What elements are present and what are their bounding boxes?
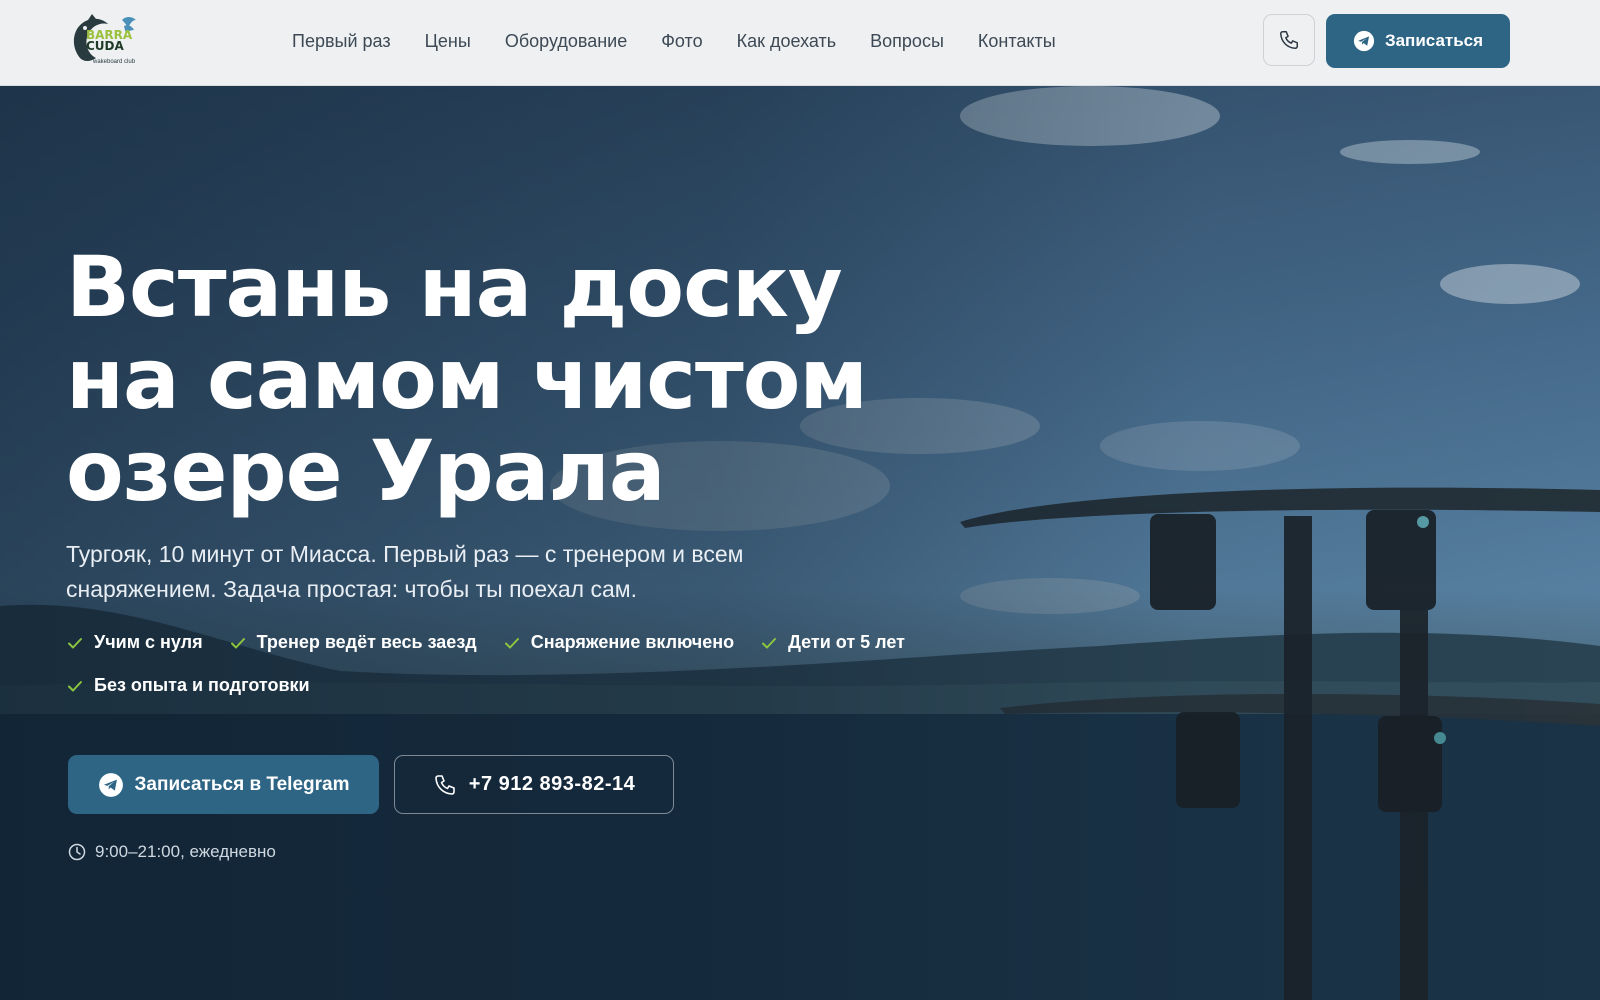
- clock-icon: [68, 843, 86, 861]
- feature-label: Учим с нуля: [94, 632, 203, 652]
- logo-text: BARRA CUDA: [86, 28, 133, 53]
- feature-label: Без опыта и подготовки: [94, 675, 310, 695]
- signup-button[interactable]: Записаться: [1326, 14, 1510, 68]
- nav-item-equipment[interactable]: Оборудование: [505, 31, 627, 52]
- feature-item: Дети от 5 лет: [760, 632, 905, 653]
- nav-item-first-time[interactable]: Первый раз: [292, 31, 391, 52]
- feature-label: Снаряжение включено: [530, 632, 735, 652]
- feature-item: Тренер ведёт весь заезд: [229, 632, 477, 653]
- phone-icon: [434, 774, 455, 795]
- feature-item: Без опыта и подготовки: [66, 675, 310, 696]
- check-icon: [68, 637, 82, 648]
- signup-telegram-button[interactable]: Записаться в Telegram: [68, 755, 379, 814]
- check-icon: [68, 680, 82, 691]
- site-header: BARRA CUDA wakeboard club Первый раз Цен…: [0, 0, 1600, 86]
- telegram-icon: [98, 772, 123, 797]
- nav-item-prices[interactable]: Цены: [425, 31, 471, 52]
- nav-item-faq[interactable]: Вопросы: [870, 31, 944, 52]
- nav-item-directions[interactable]: Как доехать: [737, 31, 837, 52]
- feature-label: Тренер ведёт весь заезд: [256, 632, 477, 652]
- headline-line-3: озере Урала: [66, 422, 666, 520]
- header-phone-button[interactable]: [1263, 14, 1315, 66]
- check-icon: [230, 637, 245, 648]
- hero-subtitle: Тургояк, 10 минут от Миасса. Первый раз …: [66, 541, 744, 602]
- headline-line-1: Встань на доску: [66, 238, 843, 336]
- headline-line-2: на самом чистом: [66, 330, 868, 428]
- feature-label: Дети от 5 лет: [788, 632, 905, 652]
- logo-subtitle: wakeboard club: [93, 59, 136, 65]
- hero-headline: Встань на доску на самом чистом озере Ур…: [66, 241, 966, 517]
- main-nav: Первый раз Цены Оборудование Фото Как до…: [292, 31, 1056, 52]
- working-hours-text: 9:00–21:00, ежедневно: [95, 842, 276, 861]
- call-phone-button[interactable]: +7 912 893-82-14: [394, 755, 674, 814]
- check-icon: [504, 637, 519, 648]
- feature-list: Учим с нуля Тренер ведёт весь заезд Снар…: [66, 632, 966, 696]
- telegram-icon: [1353, 30, 1375, 52]
- check-icon: [762, 637, 777, 648]
- nav-item-contacts[interactable]: Контакты: [978, 31, 1056, 52]
- signup-button-label: Записаться: [1384, 31, 1484, 50]
- nav-item-photo[interactable]: Фото: [661, 31, 702, 52]
- feature-item: Снаряжение включено: [503, 632, 734, 653]
- logo[interactable]: BARRA CUDA wakeboard club: [66, 12, 142, 70]
- signup-telegram-label: Записаться в Telegram: [134, 773, 350, 795]
- feature-item: Учим с нуля: [66, 632, 203, 653]
- hero-section: Встань на доску на самом чистом озере Ур…: [0, 86, 1600, 1000]
- phone-number: +7 912 893-82-14: [468, 773, 636, 795]
- working-hours: 9:00–21:00, ежедневно: [68, 842, 276, 862]
- phone-icon: [1280, 31, 1298, 49]
